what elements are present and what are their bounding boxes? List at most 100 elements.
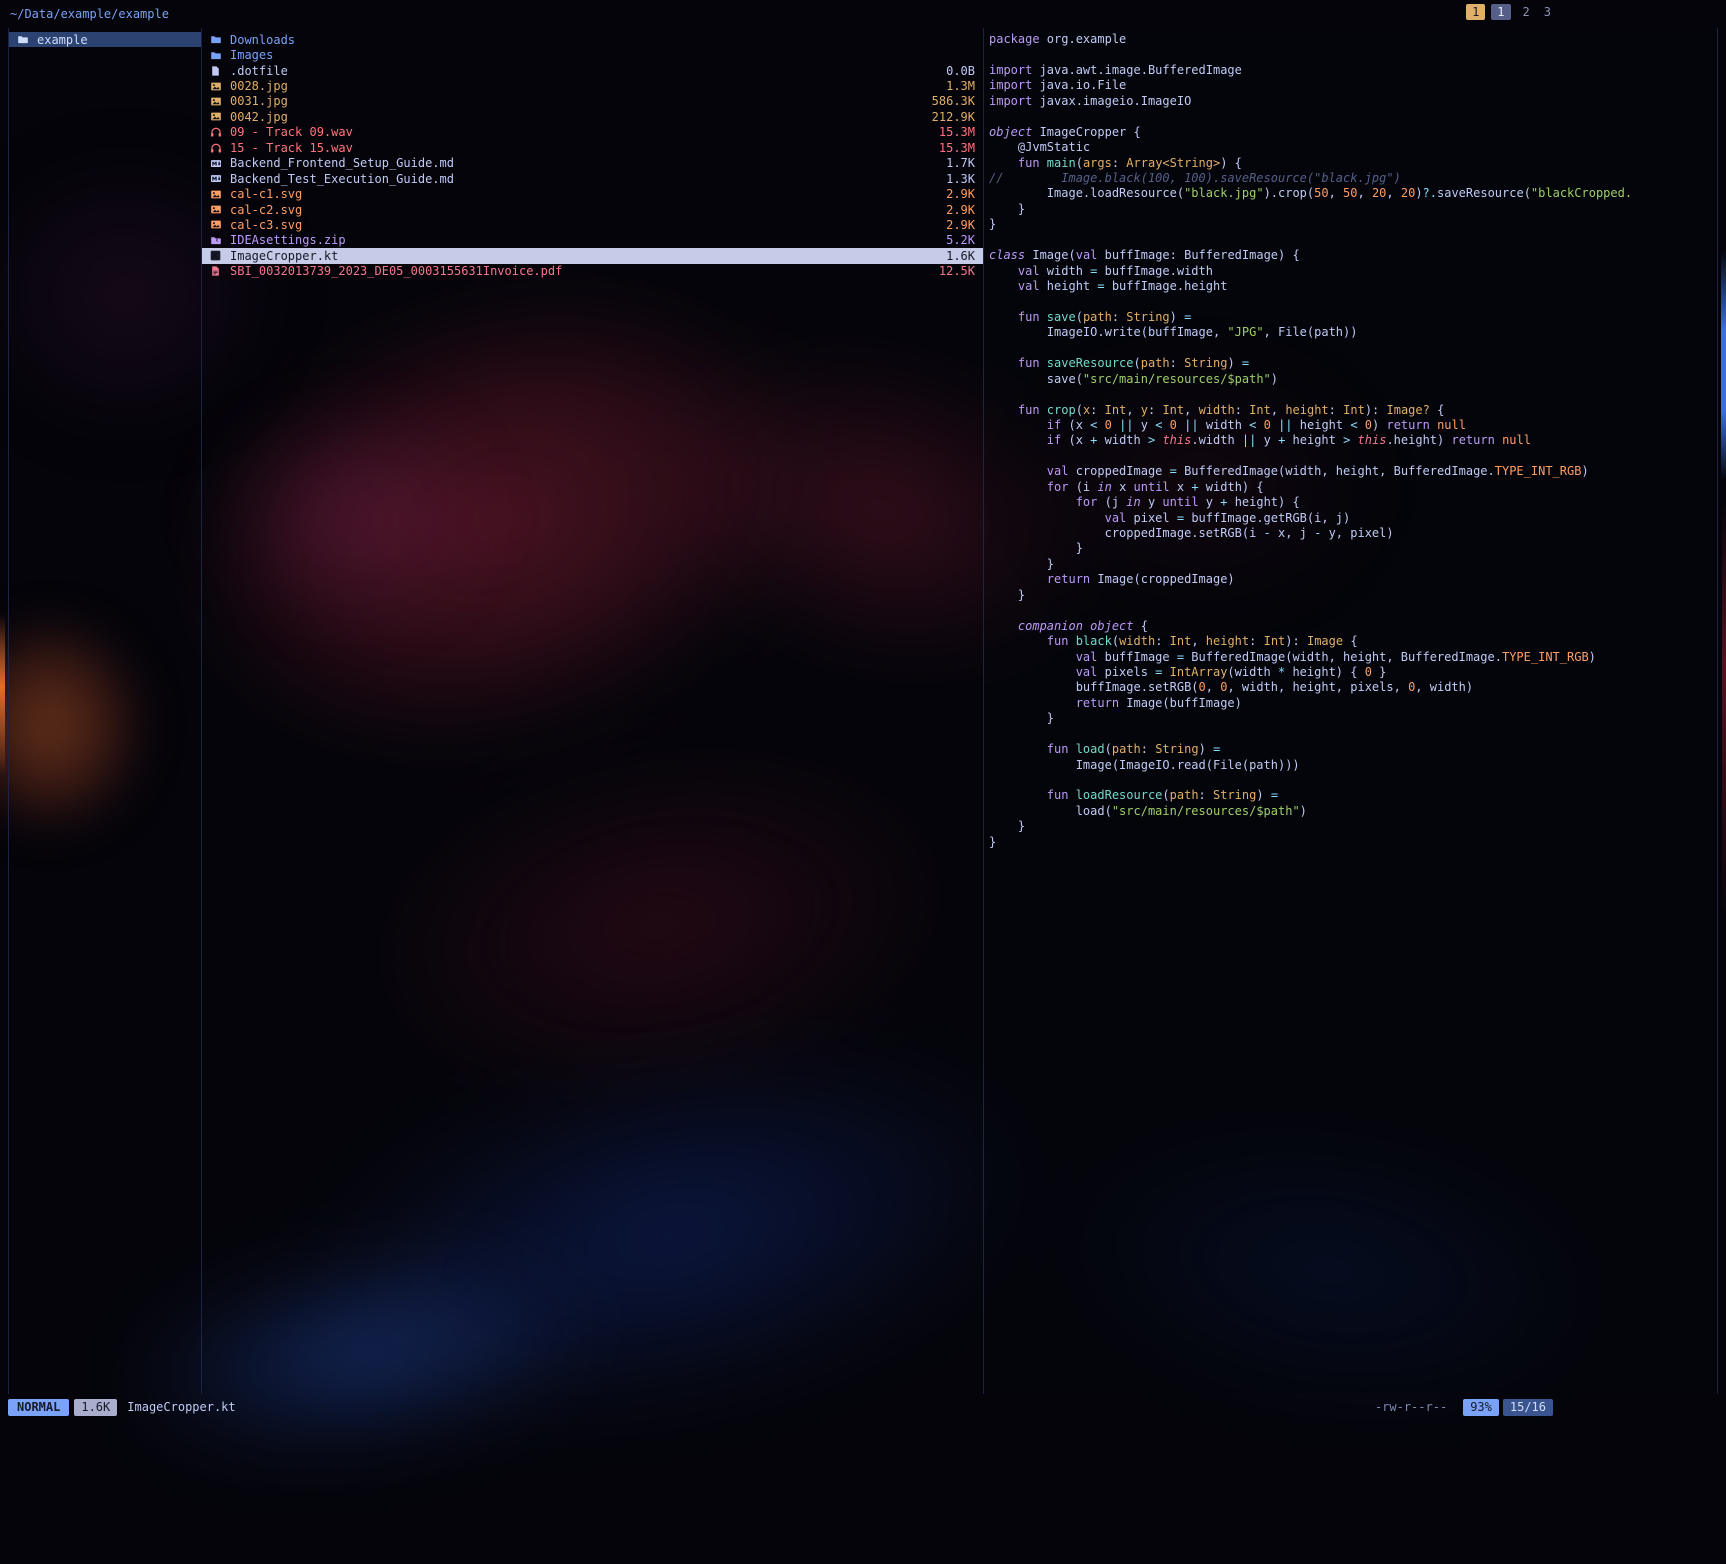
code-line: Image.loadResource("black.jpg").crop(50,… xyxy=(989,186,1717,201)
code-line xyxy=(989,387,1717,402)
scroll-percent-badge: 93% xyxy=(1463,1399,1499,1416)
list-item[interactable]: SBI_0032013739_2023_DE05_0003155631Invoi… xyxy=(202,264,983,279)
code-line xyxy=(989,727,1717,742)
list-item[interactable]: ImageCropper.kt1.6K xyxy=(202,248,983,263)
image-icon xyxy=(210,219,223,231)
code-line: import javax.imageio.ImageIO xyxy=(989,94,1717,109)
tab-bar: 1123 xyxy=(1466,4,1553,20)
file-size: 1.6K xyxy=(946,249,975,263)
file-name: Downloads xyxy=(230,33,967,47)
file-name: Backend_Frontend_Setup_Guide.md xyxy=(230,156,938,170)
directory-name: example xyxy=(37,33,193,47)
list-item[interactable]: IDEAsettings.zip5.2K xyxy=(202,233,983,248)
code-line: val pixel = buffImage.getRGB(i, j) xyxy=(989,511,1717,526)
markdown-icon xyxy=(210,157,223,169)
code-line: croppedImage.setRGB(i - x, j - y, pixel) xyxy=(989,526,1717,541)
list-item[interactable]: 0031.jpg586.3K xyxy=(202,94,983,109)
code-line: fun crop(x: Int, y: Int, width: Int, hei… xyxy=(989,403,1717,418)
file-list-pane[interactable]: DownloadsImages.dotfile0.0B0028.jpg1.3M0… xyxy=(202,28,984,1394)
permissions-text: -rw-r--r-- xyxy=(1375,1400,1447,1414)
list-item[interactable]: .dotfile 0.0B xyxy=(202,63,983,78)
list-item[interactable]: cal-c1.svg2.9K xyxy=(202,186,983,201)
kotlin-icon xyxy=(210,250,223,262)
code-line: @JvmStatic xyxy=(989,140,1717,155)
list-item[interactable]: Backend_Frontend_Setup_Guide.md 1.7K xyxy=(202,156,983,171)
audio-icon xyxy=(210,142,223,154)
list-item[interactable]: 09 - Track 09.wav 15.3M xyxy=(202,125,983,140)
code-line: fun black(width: Int, height: Int): Imag… xyxy=(989,634,1717,649)
list-item[interactable]: 0028.jpg1.3M xyxy=(202,78,983,93)
code-line: } xyxy=(989,835,1717,850)
pdf-icon xyxy=(210,265,223,277)
code-line: object ImageCropper { xyxy=(989,125,1717,140)
sidebar-item[interactable]: example xyxy=(9,32,201,47)
file-name: 09 - Track 09.wav xyxy=(230,125,931,139)
code-line: // Image.black(100, 100).saveResource("b… xyxy=(989,171,1717,186)
file-size: 212.9K xyxy=(932,110,975,124)
file-manager-window: ~/Data/example/example 1123 example Down… xyxy=(0,0,1726,1420)
code-line: } xyxy=(989,819,1717,834)
code-line: fun load(path: String) = xyxy=(989,742,1717,757)
tab-1[interactable]: 1 xyxy=(1491,4,1510,20)
code-line: if (x + width > this.width || y + height… xyxy=(989,433,1717,448)
file-size: 15.3M xyxy=(939,141,975,155)
code-line: import java.awt.image.BufferedImage xyxy=(989,63,1717,78)
code-line: fun saveResource(path: String) = xyxy=(989,356,1717,371)
file-name: 0042.jpg xyxy=(230,110,924,124)
code-line: } xyxy=(989,217,1717,232)
file-name: 0028.jpg xyxy=(230,79,938,93)
code-line xyxy=(989,449,1717,464)
file-name: 0031.jpg xyxy=(230,94,924,108)
code-line: val pixels = IntArray(width * height) { … xyxy=(989,665,1717,680)
list-item[interactable]: cal-c3.svg 2.9K xyxy=(202,217,983,232)
file-name: Backend_Test_Execution_Guide.md xyxy=(230,172,938,186)
code-line: for (i in x until x + width) { xyxy=(989,480,1717,495)
image-icon xyxy=(210,111,223,123)
file-size: 2.9K xyxy=(946,203,975,217)
parent-directory-pane[interactable]: example xyxy=(9,28,202,1394)
list-item[interactable]: 0042.jpg 212.9K xyxy=(202,109,983,124)
folder-icon xyxy=(210,49,223,61)
list-item[interactable]: Backend_Test_Execution_Guide.md1.3K xyxy=(202,171,983,186)
status-right-group: -rw-r--r-- 93% 15/16 xyxy=(1375,1399,1553,1416)
file-size: 0.0B xyxy=(946,64,975,78)
code-line: val width = buffImage.width xyxy=(989,264,1717,279)
code-line xyxy=(989,233,1717,248)
file-name: .dotfile xyxy=(230,64,938,78)
tab-2[interactable]: 2 xyxy=(1521,4,1532,20)
list-item[interactable]: Images xyxy=(202,47,983,62)
list-item[interactable]: Downloads xyxy=(202,32,983,47)
code-line xyxy=(989,47,1717,62)
preview-pane[interactable]: package org.example import java.awt.imag… xyxy=(984,28,1717,1394)
code-line: val buffImage = BufferedImage(width, hei… xyxy=(989,650,1717,665)
code-line: } xyxy=(989,202,1717,217)
code-line: val height = buffImage.height xyxy=(989,279,1717,294)
list-item[interactable]: cal-c2.svg2.9K xyxy=(202,202,983,217)
file-name: cal-c3.svg xyxy=(230,218,938,232)
file-size: 1.7K xyxy=(946,156,975,170)
file-size: 15.3M xyxy=(939,125,975,139)
list-item[interactable]: 15 - Track 15.wav15.3M xyxy=(202,140,983,155)
markdown-icon xyxy=(210,173,223,185)
code-line: if (x < 0 || y < 0 || width < 0 || heigh… xyxy=(989,418,1717,433)
file-size-badge: 1.6K xyxy=(74,1399,117,1416)
file-name: SBI_0032013739_2023_DE05_0003155631Invoi… xyxy=(230,264,931,278)
folder-icon xyxy=(210,34,223,46)
tab-1[interactable]: 1 xyxy=(1466,4,1485,20)
screen: ~/Data/example/example 1123 example Down… xyxy=(0,0,1726,1564)
code-line: } xyxy=(989,557,1717,572)
mode-badge: NORMAL xyxy=(8,1399,69,1416)
folder-icon xyxy=(17,34,30,46)
code-line: return Image(croppedImage) xyxy=(989,572,1717,587)
tab-3[interactable]: 3 xyxy=(1542,4,1553,20)
statusbar: NORMAL 1.6K ImageCropper.kt -rw-r--r-- 9… xyxy=(8,1394,1718,1420)
code-line: fun save(path: String) = xyxy=(989,310,1717,325)
code-line: return Image(buffImage) xyxy=(989,696,1717,711)
image-icon xyxy=(210,204,223,216)
code-line xyxy=(989,603,1717,618)
code-line xyxy=(989,294,1717,309)
code-line: buffImage.setRGB(0, 0, width, height, pi… xyxy=(989,680,1717,695)
file-size: 2.9K xyxy=(946,218,975,232)
file-name: Images xyxy=(230,48,967,62)
code-line: import java.io.File xyxy=(989,78,1717,93)
